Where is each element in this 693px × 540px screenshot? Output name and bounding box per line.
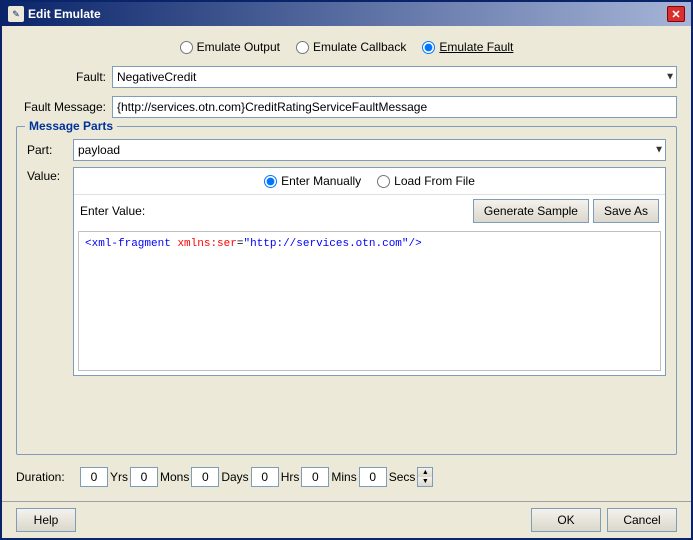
duration-yrs-input[interactable] [80, 467, 108, 487]
duration-spinner[interactable]: ▲ ▼ [417, 467, 433, 487]
spinner-up-button[interactable]: ▲ [418, 468, 432, 477]
part-dropdown-wrapper: payload ▼ [73, 139, 666, 161]
titlebar: ✎ Edit Emulate ✕ [2, 2, 691, 26]
duration-days-input[interactable] [191, 467, 219, 487]
part-dropdown[interactable]: payload [73, 139, 666, 161]
duration-fields: Yrs Mons Days Hrs Mins Secs ▲ ▼ [80, 467, 433, 487]
part-row: Part: payload ▼ [27, 139, 666, 161]
titlebar-left: ✎ Edit Emulate [8, 6, 101, 22]
duration-mins-input[interactable] [301, 467, 329, 487]
xml-attr-value: "http://services.otn.com" [243, 238, 408, 250]
value-label: Value: [27, 167, 67, 376]
value-panel: Enter Manually Load From File Enter Valu… [73, 167, 666, 376]
emulate-output-radio[interactable]: Emulate Output [180, 40, 280, 54]
duration-hrs-unit: Hrs [281, 470, 300, 484]
dialog-content: Emulate Output Emulate Callback Emulate … [2, 26, 691, 501]
duration-mons-input[interactable] [130, 467, 158, 487]
group-content: Part: payload ▼ Value: [27, 139, 666, 376]
enter-value-label: Enter Value: [80, 204, 145, 218]
enter-manually-radio[interactable]: Enter Manually [264, 174, 361, 188]
emulate-callback-radio[interactable]: Emulate Callback [296, 40, 406, 54]
save-as-button[interactable]: Save As [593, 199, 659, 223]
fault-message-row: Fault Message: [16, 96, 677, 118]
bottom-right-buttons: OK Cancel [531, 508, 677, 532]
duration-yrs-unit: Yrs [110, 470, 128, 484]
duration-secs-unit: Secs [389, 470, 416, 484]
xml-tag-open: <xml-fragment [85, 238, 171, 250]
dialog-title: Edit Emulate [28, 7, 101, 21]
duration-hrs-input[interactable] [251, 467, 279, 487]
cancel-button[interactable]: Cancel [607, 508, 677, 532]
close-button[interactable]: ✕ [667, 6, 685, 22]
bottom-bar: Help OK Cancel [2, 501, 691, 538]
duration-days-unit: Days [221, 470, 248, 484]
ok-button[interactable]: OK [531, 508, 601, 532]
fault-row: Fault: NegativeCredit ▼ [16, 66, 677, 88]
duration-mons-unit: Mons [160, 470, 189, 484]
dialog-icon: ✎ [8, 6, 24, 22]
emulate-fault-radio[interactable]: Emulate Fault [422, 40, 513, 54]
value-controls: Enter Value: Generate Sample Save As [74, 195, 665, 227]
fault-dropdown-wrapper: NegativeCredit ▼ [112, 66, 677, 88]
fault-label: Fault: [16, 70, 106, 84]
fault-dropdown[interactable]: NegativeCredit [112, 66, 677, 88]
xml-editor[interactable]: <xml-fragment xmlns:ser="http://services… [78, 231, 661, 371]
fault-message-input[interactable] [112, 96, 677, 118]
message-parts-title: Message Parts [25, 119, 117, 133]
part-label: Part: [27, 143, 67, 157]
duration-secs-input[interactable] [359, 467, 387, 487]
xml-attr-name: xmlns:ser [177, 238, 236, 250]
xml-tag-close: /> [409, 238, 422, 250]
duration-label: Duration: [16, 470, 76, 484]
value-section: Value: Enter Manually Load From File [27, 167, 666, 376]
help-button[interactable]: Help [16, 508, 76, 532]
emulate-type-row: Emulate Output Emulate Callback Emulate … [16, 36, 677, 58]
duration-mins-unit: Mins [331, 470, 356, 484]
message-parts-group: Message Parts Part: payload ▼ Value: [16, 126, 677, 455]
fault-message-label: Fault Message: [16, 100, 106, 114]
spinner-down-button[interactable]: ▼ [418, 477, 432, 486]
value-type-row: Enter Manually Load From File [74, 168, 665, 195]
duration-row: Duration: Yrs Mons Days Hrs Mins Secs ▲ … [16, 463, 677, 491]
generate-sample-button[interactable]: Generate Sample [473, 199, 589, 223]
value-button-group: Generate Sample Save As [473, 199, 659, 223]
edit-emulate-dialog: ✎ Edit Emulate ✕ Emulate Output Emulate … [0, 0, 693, 540]
load-from-file-radio[interactable]: Load From File [377, 174, 475, 188]
